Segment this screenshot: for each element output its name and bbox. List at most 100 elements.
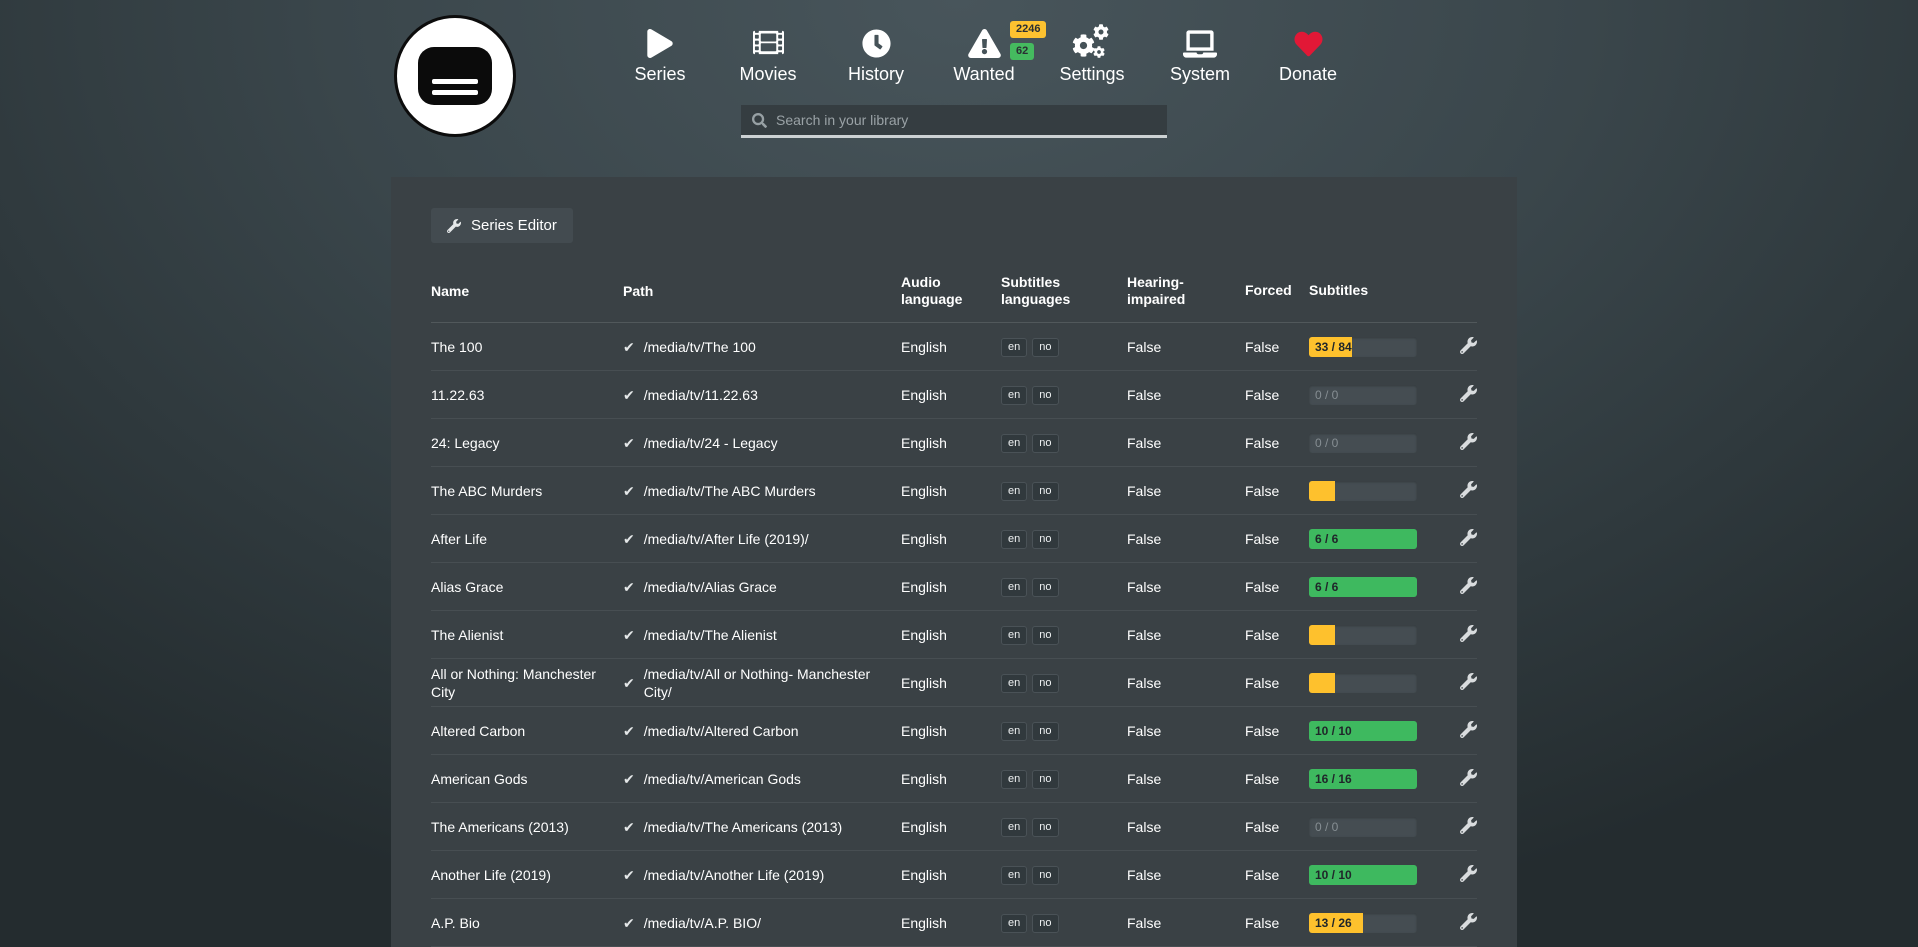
subtitles-progress-label: 0 / 0 — [1315, 817, 1338, 837]
subtitles-progress-bar: 0 / 0 — [1309, 433, 1417, 453]
series-name[interactable]: The Americans (2013) — [431, 818, 623, 836]
subtitles-progress-bar — [1309, 625, 1417, 645]
nav-item-movies[interactable]: Movies — [714, 24, 822, 83]
wanted-movies-count-badge: 62 — [1010, 43, 1034, 60]
edit-series-button[interactable] — [1439, 433, 1477, 453]
language-badge: no — [1032, 674, 1058, 693]
series-name[interactable]: American Gods — [431, 770, 623, 788]
wrench-icon — [1460, 721, 1477, 738]
series-path: /media/tv/A.P. BIO/ — [644, 914, 761, 932]
series-name[interactable]: A.P. Bio — [431, 914, 623, 932]
language-badge: en — [1001, 674, 1027, 693]
header-forced: Forced — [1245, 282, 1309, 299]
subtitles-progress-label: 33 / 84 — [1315, 337, 1352, 357]
subtitles-progress-cell: 6 / 6 — [1309, 577, 1439, 597]
forced-value: False — [1245, 819, 1309, 835]
check-icon: ✔ — [623, 434, 635, 452]
subtitles-progress-label: 0 / 0 — [1315, 385, 1338, 405]
subtitles-progress-bar — [1309, 673, 1417, 693]
language-badge: en — [1001, 818, 1027, 837]
bazarr-logo-mark — [418, 47, 492, 105]
forced-value: False — [1245, 627, 1309, 643]
subtitles-progress-label: 16 / 16 — [1315, 769, 1352, 789]
edit-series-button[interactable] — [1439, 529, 1477, 549]
series-name[interactable]: Alias Grace — [431, 578, 623, 596]
hearing-impaired-value: False — [1127, 867, 1245, 883]
subtitles-progress-bar: 6 / 6 — [1309, 529, 1417, 549]
series-name[interactable]: Another Life (2019) — [431, 866, 623, 884]
check-icon: ✔ — [623, 386, 635, 404]
series-name[interactable]: The Alienist — [431, 626, 623, 644]
series-name[interactable]: Altered Carbon — [431, 722, 623, 740]
series-name[interactable]: 11.22.63 — [431, 386, 623, 404]
series-path: /media/tv/After Life (2019)/ — [644, 530, 809, 548]
hearing-impaired-value: False — [1127, 531, 1245, 547]
series-name[interactable]: 24: Legacy — [431, 434, 623, 452]
subtitles-progress-bar: 16 / 16 — [1309, 769, 1417, 789]
nav-item-series[interactable]: Series — [606, 24, 714, 83]
nav-item-history[interactable]: History — [822, 24, 930, 83]
subtitles-progress-cell: 6 / 6 — [1309, 529, 1439, 549]
edit-series-button[interactable] — [1439, 625, 1477, 645]
series-path: /media/tv/The Alienist — [644, 626, 777, 644]
series-table-body: The 100 ✔ /media/tv/The 100 English enno… — [431, 323, 1477, 947]
nav-label: Settings — [1059, 65, 1124, 83]
wrench-icon — [1460, 433, 1477, 450]
nav-item-wanted[interactable]: Wanted 2246 62 — [930, 24, 1038, 83]
forced-value: False — [1245, 483, 1309, 499]
subtitles-progress-bar: 10 / 10 — [1309, 721, 1417, 741]
edit-series-button[interactable] — [1439, 865, 1477, 885]
hearing-impaired-value: False — [1127, 339, 1245, 355]
edit-series-button[interactable] — [1439, 673, 1477, 693]
language-badge: en — [1001, 914, 1027, 933]
series-name[interactable]: All or Nothing: Manchester City — [431, 665, 623, 701]
subtitles-progress-cell: 0 / 0 — [1309, 385, 1439, 405]
series-name[interactable]: The ABC Murders — [431, 482, 623, 500]
series-table: Name Path Audio language Subtitles langu… — [431, 267, 1477, 947]
nav-item-settings[interactable]: Settings — [1038, 24, 1146, 83]
series-path-cell: ✔ /media/tv/The Americans (2013) — [623, 818, 901, 836]
nav-label: History — [848, 65, 904, 83]
edit-series-button[interactable] — [1439, 913, 1477, 933]
subtitles-progress-cell — [1309, 673, 1439, 693]
edit-series-button[interactable] — [1439, 769, 1477, 789]
audio-language-value: English — [901, 723, 1001, 739]
nav-item-system[interactable]: System — [1146, 24, 1254, 83]
series-path-cell: ✔ /media/tv/All or Nothing- Manchester C… — [623, 665, 901, 701]
language-badge: en — [1001, 338, 1027, 357]
wrench-icon — [1460, 577, 1477, 594]
bazarr-logo[interactable] — [394, 15, 516, 137]
nav-item-donate[interactable]: Donate — [1254, 24, 1362, 83]
wrench-icon — [1460, 673, 1477, 690]
subtitles-progress-label: 10 / 10 — [1315, 721, 1352, 741]
subtitles-progress-cell: 0 / 0 — [1309, 433, 1439, 453]
language-badge: en — [1001, 770, 1027, 789]
edit-series-button[interactable] — [1439, 817, 1477, 837]
wrench-icon — [1460, 913, 1477, 930]
series-editor-button[interactable]: Series Editor — [431, 208, 573, 243]
forced-value: False — [1245, 531, 1309, 547]
audio-language-value: English — [901, 771, 1001, 787]
series-name[interactable]: After Life — [431, 530, 623, 548]
table-row: A.P. Bio ✔ /media/tv/A.P. BIO/ English e… — [431, 899, 1477, 947]
series-path-cell: ✔ /media/tv/The 100 — [623, 338, 901, 356]
series-path-cell: ✔ /media/tv/A.P. BIO/ — [623, 914, 901, 932]
edit-series-button[interactable] — [1439, 481, 1477, 501]
edit-series-button[interactable] — [1439, 385, 1477, 405]
subtitle-language-badges: enno — [1001, 913, 1127, 933]
search-input[interactable] — [776, 112, 1156, 128]
edit-series-button[interactable] — [1439, 721, 1477, 741]
check-icon: ✔ — [623, 866, 635, 884]
series-editor-panel: Series Editor Name Path Audio language S… — [391, 177, 1517, 947]
edit-series-button[interactable] — [1439, 577, 1477, 597]
series-name[interactable]: The 100 — [431, 338, 623, 356]
edit-series-button[interactable] — [1439, 337, 1477, 357]
subtitles-progress-label: 6 / 6 — [1315, 577, 1338, 597]
header-name: Name — [431, 282, 623, 300]
subtitles-progress-label: 6 / 6 — [1315, 529, 1338, 549]
check-icon: ✔ — [623, 338, 635, 356]
subtitles-progress-cell: 0 / 0 — [1309, 817, 1439, 837]
series-path-cell: ✔ /media/tv/Altered Carbon — [623, 722, 901, 740]
subtitles-progress-bar: 0 / 0 — [1309, 817, 1417, 837]
header-audio-language: Audio language — [901, 274, 1001, 308]
